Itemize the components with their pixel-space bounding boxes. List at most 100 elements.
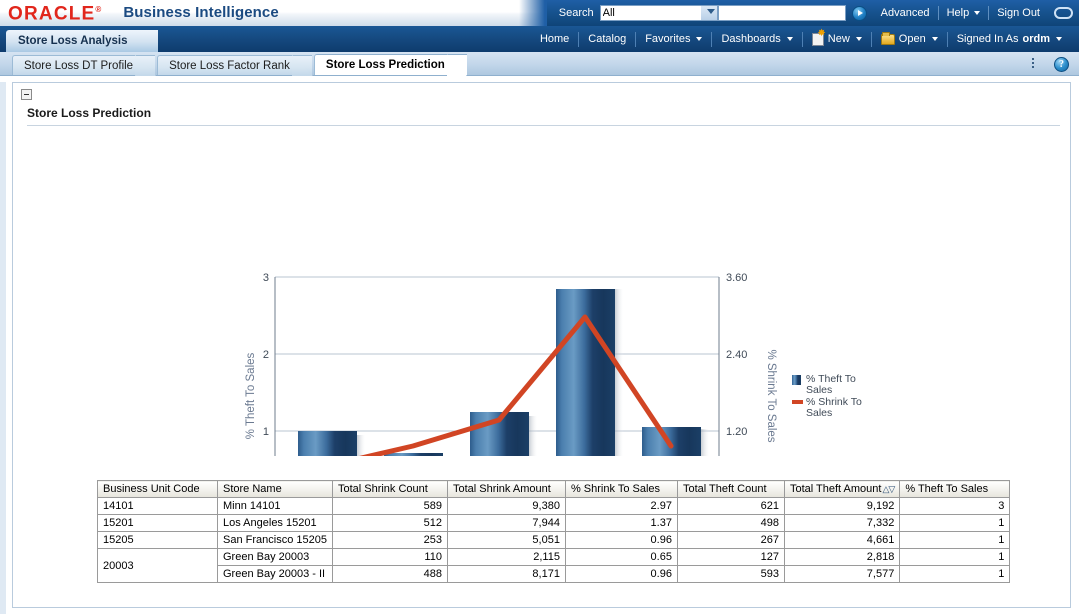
cell-total-theft-amount: 2,818 <box>784 549 899 566</box>
cell-total-shrink-count: 110 <box>332 549 447 566</box>
col-pct-shrink-to-sales[interactable]: % Shrink To Sales <box>565 481 677 498</box>
bar-green-bay-20003[interactable] <box>298 431 357 456</box>
table-body: 14101 Minn 14101 589 9,380 2.97 621 9,19… <box>98 498 1010 583</box>
nav-item-new[interactable]: New <box>803 26 871 52</box>
nav-item-favorites[interactable]: Favorites <box>636 26 711 52</box>
tab-store-loss-dt-profile[interactable]: Store Loss DT Profile <box>12 55 155 75</box>
nav-item-signed-in-as[interactable]: Signed In Asordm <box>948 26 1071 52</box>
search-go-button[interactable] <box>852 6 867 21</box>
cell-total-theft-count: 267 <box>677 532 784 549</box>
col-total-shrink-count[interactable]: Total Shrink Count <box>332 481 447 498</box>
tab-store-loss-factor-rank[interactable]: Store Loss Factor Rank <box>157 55 312 75</box>
page-options-icon[interactable] <box>1032 58 1047 71</box>
cell-pct-shrink-to-sales: 1.37 <box>565 515 677 532</box>
bar-san-francisco-15205[interactable] <box>642 427 701 456</box>
store-loss-prediction-chart: 3 2 1 0 3.60 2.40 1.20 0.00 % Theft To S… <box>13 126 1070 456</box>
cell-store-name: Los Angeles 15201 <box>218 515 333 532</box>
chart-legend: % Theft ToSales % Shrink ToSales <box>792 373 862 419</box>
collapse-minus-icon[interactable] <box>21 89 32 100</box>
brand-left-group: ORACLE® Business Intelligence <box>0 1 279 24</box>
col-total-theft-count[interactable]: Total Theft Count <box>677 481 784 498</box>
store-loss-table: Business Unit Code Store Name Total Shri… <box>97 480 1010 583</box>
col-pct-theft-to-sales[interactable]: % Theft To Sales <box>900 481 1010 498</box>
dashboard-tab-bar: Store Loss Analysis Home Catalog Favorit… <box>0 26 1079 52</box>
dashboard-content-area: Store Loss Prediction <box>0 82 1079 614</box>
cell-pct-shrink-to-sales: 2.97 <box>565 498 677 515</box>
chevron-down-icon <box>974 11 980 15</box>
nav-item-home[interactable]: Home <box>531 26 578 52</box>
signed-in-as-label: Signed In As <box>957 33 1019 45</box>
cell-total-theft-amount: 7,332 <box>784 515 899 532</box>
sign-out-link[interactable]: Sign Out <box>989 7 1048 19</box>
oracle-logo-trademark: ® <box>95 5 101 14</box>
page-toolbar-icons: ? <box>1032 57 1079 75</box>
report-section: Store Loss Prediction <box>12 82 1071 608</box>
cell-total-shrink-amount: 8,171 <box>447 566 565 583</box>
search-input[interactable] <box>718 5 846 21</box>
cell-pct-theft-to-sales: 1 <box>900 532 1010 549</box>
nav-label: Catalog <box>588 33 626 45</box>
chevron-down-icon <box>856 37 862 41</box>
cell-total-theft-amount: 7,577 <box>784 566 899 583</box>
y2-tick-label: 3.60 <box>726 272 747 284</box>
account-pill-icon[interactable] <box>1054 7 1073 19</box>
table-row[interactable]: 15201 Los Angeles 15201 512 7,944 1.37 4… <box>98 515 1010 532</box>
nav-item-catalog[interactable]: Catalog <box>579 26 635 52</box>
chevron-down-icon <box>696 37 702 41</box>
cell-business-unit-code: 20003 <box>98 549 218 583</box>
store-loss-table-container: Business Unit Code Store Name Total Shri… <box>97 480 1010 583</box>
col-total-theft-amount[interactable]: Total Theft Amount△▽ <box>784 481 899 498</box>
legend-marker-line <box>792 400 803 404</box>
folder-icon <box>881 34 895 45</box>
advanced-search-link[interactable]: Advanced <box>873 7 938 19</box>
nav-label: New <box>828 33 850 45</box>
y2-tick-label: 1.20 <box>726 426 747 438</box>
col-total-shrink-amount[interactable]: Total Shrink Amount <box>447 481 565 498</box>
oracle-logo-text: ORACLE <box>8 4 95 25</box>
tab-label: Store Loss DT Profile <box>24 60 133 72</box>
nav-item-dashboards[interactable]: Dashboards <box>712 26 801 52</box>
nav-label: Dashboards <box>721 33 780 45</box>
table-head: Business Unit Code Store Name Total Shri… <box>98 481 1010 498</box>
cell-store-name: San Francisco 15205 <box>218 532 333 549</box>
cell-pct-shrink-to-sales: 0.65 <box>565 549 677 566</box>
tab-store-loss-prediction[interactable]: Store Loss Prediction <box>314 54 467 75</box>
new-page-icon <box>812 33 824 46</box>
global-nav: Home Catalog Favorites Dashboards New Op… <box>531 26 1079 52</box>
col-business-unit-code[interactable]: Business Unit Code <box>98 481 218 498</box>
y2-axis-title: % Shrink To Sales <box>765 349 777 442</box>
cell-store-name: Minn 14101 <box>218 498 333 515</box>
cell-total-theft-count: 621 <box>677 498 784 515</box>
search-scope-select[interactable]: All <box>600 5 718 21</box>
cell-total-theft-amount: 9,192 <box>784 498 899 515</box>
cell-pct-theft-to-sales: 1 <box>900 549 1010 566</box>
search-label: Search <box>559 7 594 19</box>
bar-minn-14101[interactable] <box>556 289 615 456</box>
sort-arrows-icon[interactable]: △▽ <box>882 484 894 495</box>
cell-total-shrink-count: 589 <box>332 498 447 515</box>
cell-pct-shrink-to-sales: 0.96 <box>565 532 677 549</box>
table-row[interactable]: 15205 San Francisco 15205 253 5,051 0.96… <box>98 532 1010 549</box>
dashboard-tab-store-loss-analysis[interactable]: Store Loss Analysis <box>6 30 158 52</box>
col-store-name[interactable]: Store Name <box>218 481 333 498</box>
legend-marker-bar <box>792 375 801 385</box>
chevron-down-icon <box>787 37 793 41</box>
cell-business-unit-code: 14101 <box>98 498 218 515</box>
y2-tick-label: 2.40 <box>726 349 747 361</box>
global-brand-bar: ORACLE® Business Intelligence Search All… <box>0 0 1079 26</box>
cell-total-shrink-count: 253 <box>332 532 447 549</box>
cell-total-shrink-amount: 9,380 <box>447 498 565 515</box>
cell-pct-theft-to-sales: 1 <box>900 515 1010 532</box>
cell-total-shrink-count: 488 <box>332 566 447 583</box>
help-icon[interactable]: ? <box>1054 57 1069 72</box>
nav-item-open[interactable]: Open <box>872 26 947 52</box>
table-row[interactable]: Green Bay 20003 - II 488 8,171 0.96 593 … <box>98 566 1010 583</box>
cell-total-shrink-amount: 5,051 <box>447 532 565 549</box>
cell-total-shrink-amount: 2,115 <box>447 549 565 566</box>
oracle-bi-application: ORACLE® Business Intelligence Search All… <box>0 0 1079 614</box>
bar-green-bay-20003-ii[interactable] <box>384 453 443 456</box>
table-row[interactable]: 14101 Minn 14101 589 9,380 2.97 621 9,19… <box>98 498 1010 515</box>
help-menu[interactable]: Help <box>939 7 989 19</box>
table-row[interactable]: 20003 Green Bay 20003 110 2,115 0.65 127… <box>98 549 1010 566</box>
y-tick-label: 2 <box>263 349 269 361</box>
